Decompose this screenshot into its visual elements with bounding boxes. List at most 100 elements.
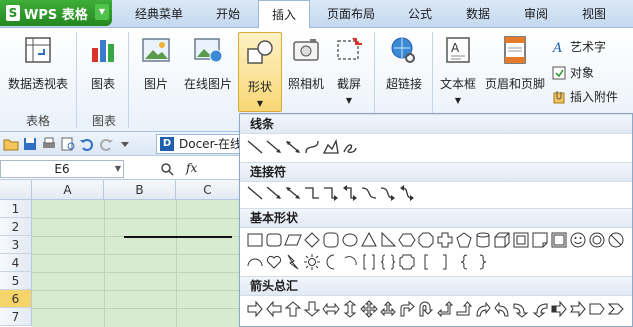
row-header-6[interactable]: 6 — [0, 290, 32, 308]
undo-icon[interactable] — [79, 136, 95, 152]
left-bracket-shape-icon[interactable] — [417, 253, 435, 271]
double-brace-shape-icon[interactable] — [379, 253, 397, 271]
left-right-arrow-shape-icon[interactable] — [322, 300, 340, 318]
curved-up-arrow-shape-icon[interactable] — [512, 300, 530, 318]
chart-button[interactable]: 图表 — [82, 34, 124, 96]
row-header-7[interactable]: 7 — [0, 308, 32, 326]
plaque-shape-icon[interactable] — [398, 253, 416, 271]
oval-shape-icon[interactable] — [341, 231, 359, 249]
select-all-corner[interactable] — [0, 180, 32, 200]
left-brace-shape-icon[interactable] — [455, 253, 473, 271]
triangle-shape-icon[interactable] — [360, 231, 378, 249]
smiley-face-shape-icon[interactable] — [569, 231, 587, 249]
tab-review[interactable]: 审阅 — [508, 0, 564, 28]
left-up-arrow-shape-icon[interactable] — [436, 300, 454, 318]
donut-shape-icon[interactable] — [588, 231, 606, 249]
parallelogram-shape-icon[interactable] — [284, 231, 302, 249]
customize-toolbar-icon[interactable] — [117, 136, 133, 152]
curved-down-arrow-shape-icon[interactable] — [531, 300, 549, 318]
heart-shape-icon[interactable] — [265, 253, 283, 271]
arrow-line-shape-icon[interactable] — [265, 138, 283, 156]
right-bracket-shape-icon[interactable] — [436, 253, 454, 271]
left-right-up-arrow-shape-icon[interactable] — [379, 300, 397, 318]
curved-connector-icon[interactable] — [360, 184, 378, 202]
save-icon[interactable] — [22, 136, 38, 152]
wordart-button[interactable]: A 艺术字 — [552, 38, 606, 55]
attachment-button[interactable]: 插入附件 — [552, 88, 618, 105]
cylinder-shape-icon[interactable] — [474, 231, 492, 249]
sun-shape-icon[interactable] — [303, 253, 321, 271]
app-menu-dropdown-icon[interactable]: ▼ — [95, 4, 109, 20]
curved-right-arrow-shape-icon[interactable] — [474, 300, 492, 318]
object-button[interactable]: 对象 — [552, 64, 594, 81]
column-header-a[interactable]: A — [32, 180, 104, 200]
striped-right-arrow-shape-icon[interactable] — [550, 300, 568, 318]
column-header-c[interactable]: C — [176, 180, 240, 200]
cross-shape-icon[interactable] — [436, 231, 454, 249]
curve-shape-icon[interactable] — [303, 138, 321, 156]
header-footer-button[interactable]: 页眉和页脚 — [482, 34, 548, 96]
up-arrow-shape-icon[interactable] — [284, 300, 302, 318]
drawn-line-shape[interactable] — [124, 236, 232, 238]
chevron-shape-icon[interactable] — [607, 300, 625, 318]
straight-connector-icon[interactable] — [246, 184, 264, 202]
freeform-shape-icon[interactable] — [322, 138, 340, 156]
tab-insert[interactable]: 插入 — [258, 0, 310, 29]
online-picture-button[interactable]: 在线图片 — [180, 34, 236, 96]
textbox-button[interactable]: A 文本框 ▼ — [438, 34, 478, 114]
hexagon-shape-icon[interactable] — [398, 231, 416, 249]
row-header-5[interactable]: 5 — [0, 272, 32, 290]
moon-shape-icon[interactable] — [322, 253, 340, 271]
elbow-arrow-connector-icon[interactable] — [322, 184, 340, 202]
line-shape-icon[interactable] — [246, 138, 264, 156]
tab-classic-menu[interactable]: 经典菜单 — [120, 0, 198, 28]
tab-home[interactable]: 开始 — [200, 0, 256, 28]
curved-arrow-connector-icon[interactable] — [379, 184, 397, 202]
redo-icon[interactable] — [98, 136, 114, 152]
straight-double-arrow-connector-icon[interactable] — [284, 184, 302, 202]
name-box-dropdown-icon[interactable]: ▼ — [115, 161, 121, 177]
folded-corner-shape-icon[interactable] — [531, 231, 549, 249]
row-header-1[interactable]: 1 — [0, 200, 32, 218]
double-bracket-shape-icon[interactable] — [360, 253, 378, 271]
open-folder-icon[interactable] — [3, 136, 19, 152]
row-header-4[interactable]: 4 — [0, 254, 32, 272]
camera-button[interactable]: 照相机 — [284, 34, 328, 96]
bent-arrow-shape-icon[interactable] — [398, 300, 416, 318]
double-arrow-line-shape-icon[interactable] — [284, 138, 302, 156]
scribble-shape-icon[interactable] — [341, 138, 359, 156]
screenshot-dropdown-icon[interactable]: ▼ — [332, 96, 366, 105]
no-symbol-shape-icon[interactable] — [607, 231, 625, 249]
fx-button[interactable]: fx — [186, 161, 197, 175]
notched-right-arrow-shape-icon[interactable] — [569, 300, 587, 318]
up-down-arrow-shape-icon[interactable] — [341, 300, 359, 318]
wps-app-button[interactable]: S WPS 表格 ▼ — [0, 0, 112, 26]
picture-button[interactable]: 图片 — [136, 34, 176, 96]
down-arrow-shape-icon[interactable] — [303, 300, 321, 318]
arc-shape-icon[interactable] — [341, 253, 359, 271]
octagon-shape-icon[interactable] — [417, 231, 435, 249]
pentagon-shape-icon[interactable] — [455, 231, 473, 249]
row-header-3[interactable]: 3 — [0, 236, 32, 254]
left-arrow-shape-icon[interactable] — [265, 300, 283, 318]
rounded-square-shape-icon[interactable] — [322, 231, 340, 249]
bent-up-arrow-shape-icon[interactable] — [455, 300, 473, 318]
curved-double-arrow-connector-icon[interactable] — [398, 184, 416, 202]
cube-shape-icon[interactable] — [493, 231, 511, 249]
tab-page-layout[interactable]: 页面布局 — [312, 0, 390, 28]
quad-arrow-shape-icon[interactable] — [360, 300, 378, 318]
hyperlink-button[interactable]: 超链接 — [382, 34, 426, 96]
lightning-bolt-shape-icon[interactable] — [284, 253, 302, 271]
diamond-shape-icon[interactable] — [303, 231, 321, 249]
tab-data[interactable]: 数据 — [450, 0, 506, 28]
row-header-2[interactable]: 2 — [0, 218, 32, 236]
docer-online-tab[interactable]: D Docer-在线 — [156, 134, 240, 154]
column-header-b[interactable]: B — [104, 180, 176, 200]
elbow-double-arrow-connector-icon[interactable] — [341, 184, 359, 202]
right-brace-shape-icon[interactable] — [474, 253, 492, 271]
straight-arrow-connector-icon[interactable] — [265, 184, 283, 202]
rounded-rectangle-shape-icon[interactable] — [265, 231, 283, 249]
right-arrow-shape-icon[interactable] — [246, 300, 264, 318]
elbow-connector-icon[interactable] — [303, 184, 321, 202]
u-turn-arrow-shape-icon[interactable] — [417, 300, 435, 318]
